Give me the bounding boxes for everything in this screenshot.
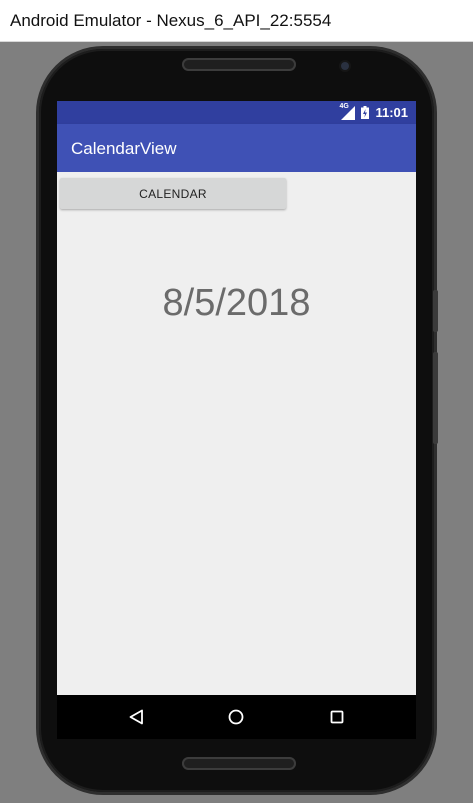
home-button[interactable]: [221, 702, 251, 732]
selected-date-text: 8/5/2018: [162, 282, 311, 324]
front-camera: [341, 62, 349, 70]
recents-button[interactable]: [322, 702, 352, 732]
calendar-button[interactable]: CALENDAR: [60, 178, 286, 209]
back-button[interactable]: [121, 702, 151, 732]
status-time: 11:01: [375, 105, 408, 120]
app-bar: CalendarView: [57, 124, 416, 172]
back-icon: [129, 709, 143, 725]
battery-icon: [361, 106, 370, 119]
bottom-speaker-grille: [182, 757, 296, 770]
signal-icon: 4G: [339, 102, 356, 120]
app-title: CalendarView: [71, 139, 177, 158]
network-type-label: 4G: [339, 102, 349, 110]
home-icon: [228, 709, 244, 725]
volume-button[interactable]: [433, 352, 438, 444]
emulator-window: Android Emulator - Nexus_6_API_22:5554 4…: [0, 0, 473, 803]
status-icons: 4G 11:01: [339, 102, 408, 121]
navigation-bar: [57, 695, 416, 739]
main-content: CALENDAR 8/5/2018: [57, 172, 416, 695]
power-button[interactable]: [433, 290, 438, 332]
window-titlebar[interactable]: Android Emulator - Nexus_6_API_22:5554: [0, 0, 473, 42]
top-speaker-grille: [182, 58, 296, 71]
status-bar: 4G 11:01: [57, 101, 416, 124]
window-title: Android Emulator - Nexus_6_API_22:5554: [10, 11, 332, 30]
device-screen: 4G 11:01 CalendarView CALENDAR 8/5/2018: [57, 101, 416, 739]
recents-icon: [330, 710, 344, 724]
